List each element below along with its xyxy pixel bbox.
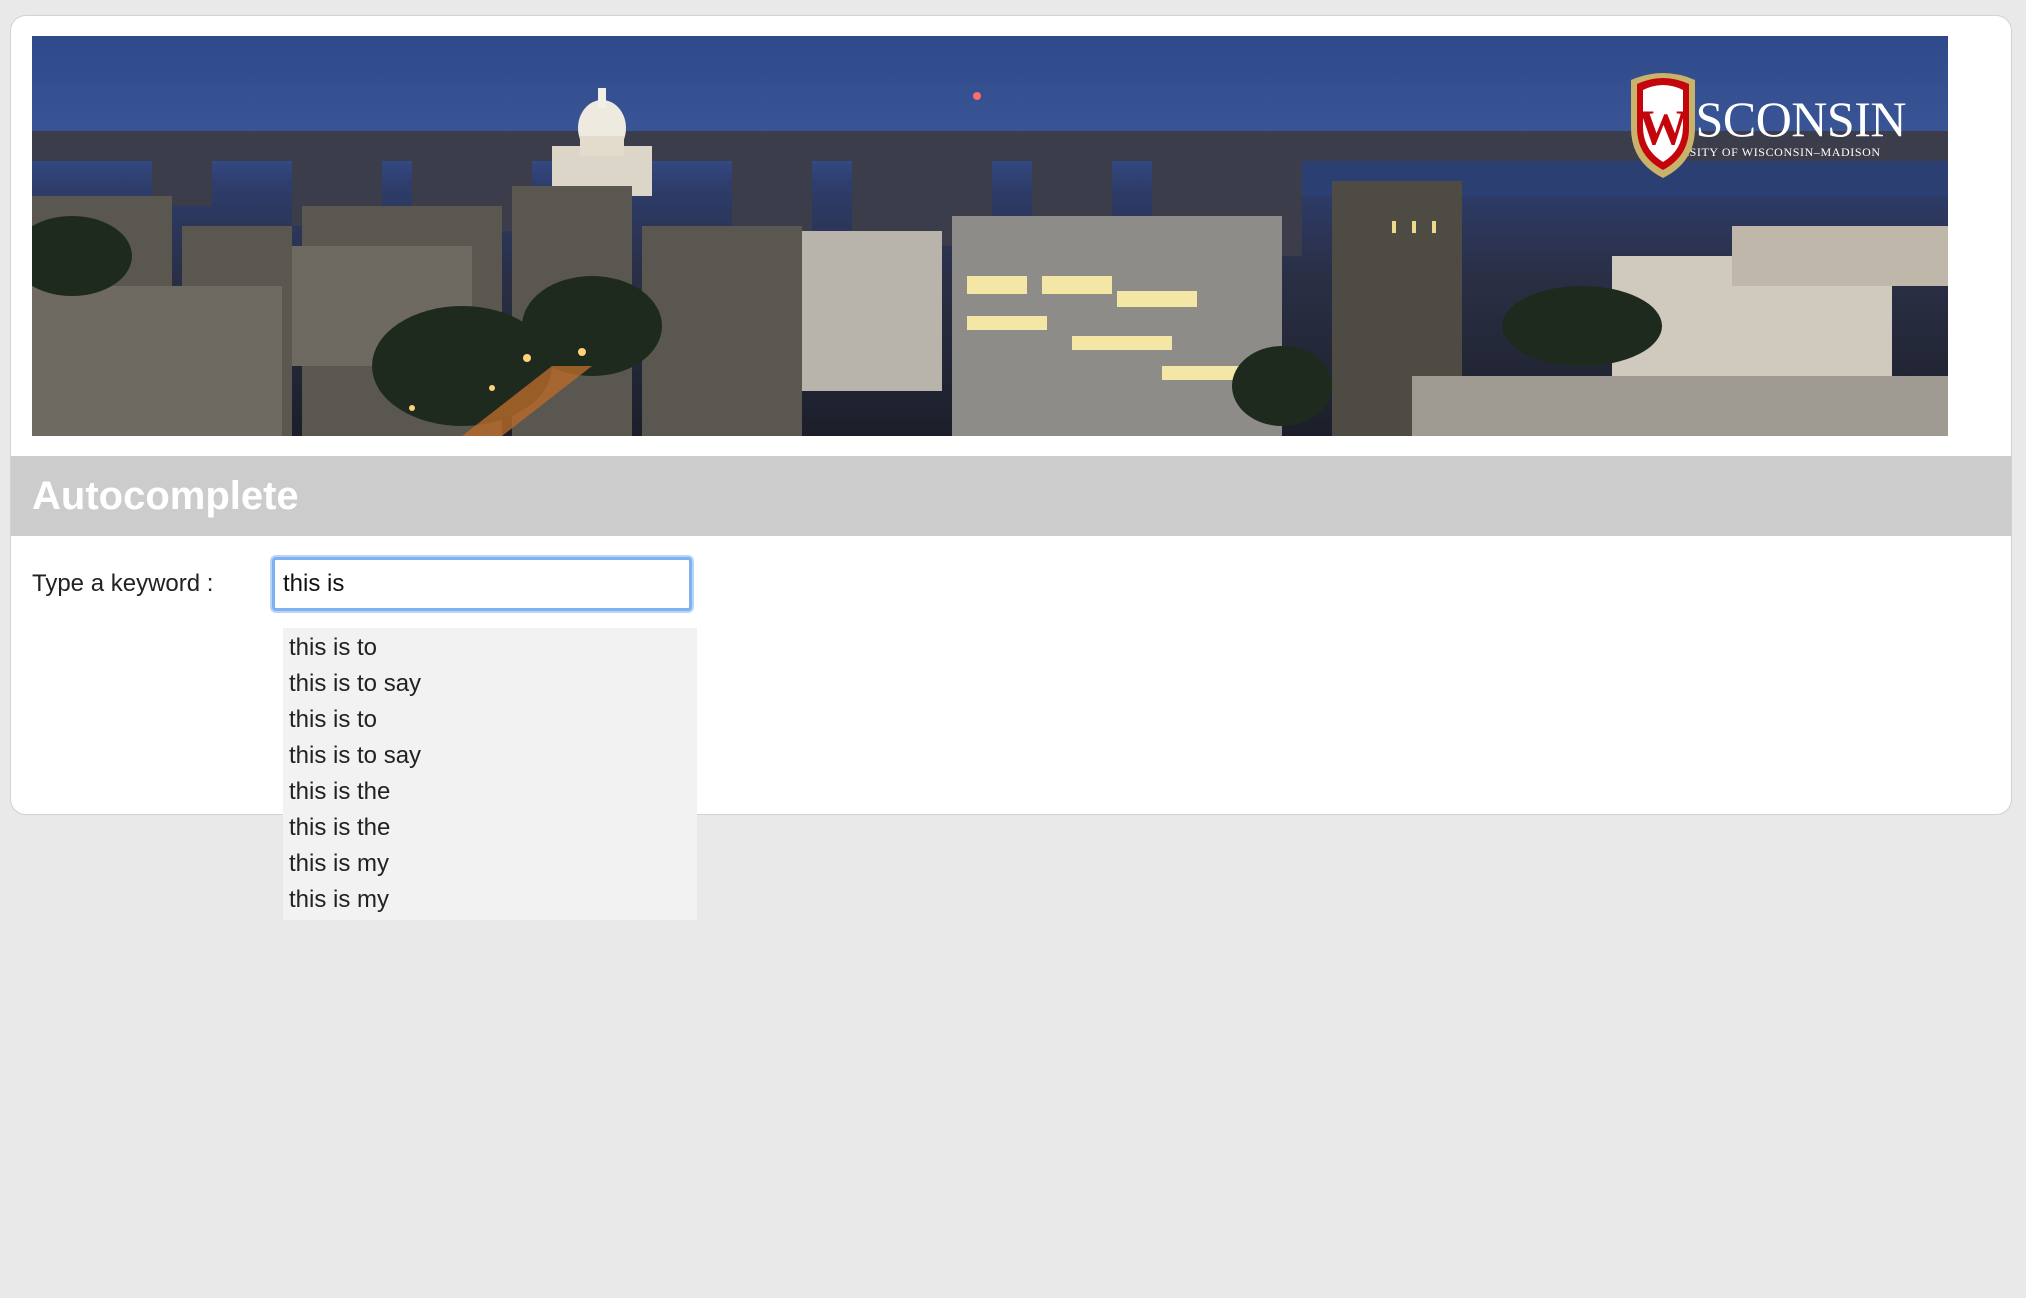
page-title-bar: Autocomplete <box>11 456 2011 536</box>
suggestion-item[interactable]: this is to <box>283 702 697 738</box>
suggestion-item[interactable]: this is to say <box>283 738 697 774</box>
suggestion-item[interactable]: this is my <box>283 882 697 918</box>
suggestion-item[interactable]: this is to <box>283 630 697 666</box>
uw-crest-icon: W <box>1630 73 1695 178</box>
page-title: Autocomplete <box>32 474 299 518</box>
keyword-label: Type a keyword : <box>32 570 214 597</box>
suggestion-item[interactable]: this is my <box>283 846 697 882</box>
suggestion-item[interactable]: this is to say <box>283 666 697 702</box>
main-card: W WISCONSIN UNIVERSITY OF WISCONSIN–MADI… <box>10 15 2012 920</box>
svg-text:W: W <box>1638 99 1688 155</box>
suggestion-item[interactable]: this is the <box>283 774 697 810</box>
keyword-input[interactable] <box>272 557 692 611</box>
uw-madison-logo: W WISCONSIN UNIVERSITY OF WISCONSIN–MADI… <box>1625 66 1907 186</box>
suggestion-item[interactable]: this is the <box>283 810 697 846</box>
autocomplete-suggestion-list: this is to this is to say this is to thi… <box>283 628 697 920</box>
campus-banner-image: W WISCONSIN UNIVERSITY OF WISCONSIN–MADI… <box>32 36 1948 436</box>
